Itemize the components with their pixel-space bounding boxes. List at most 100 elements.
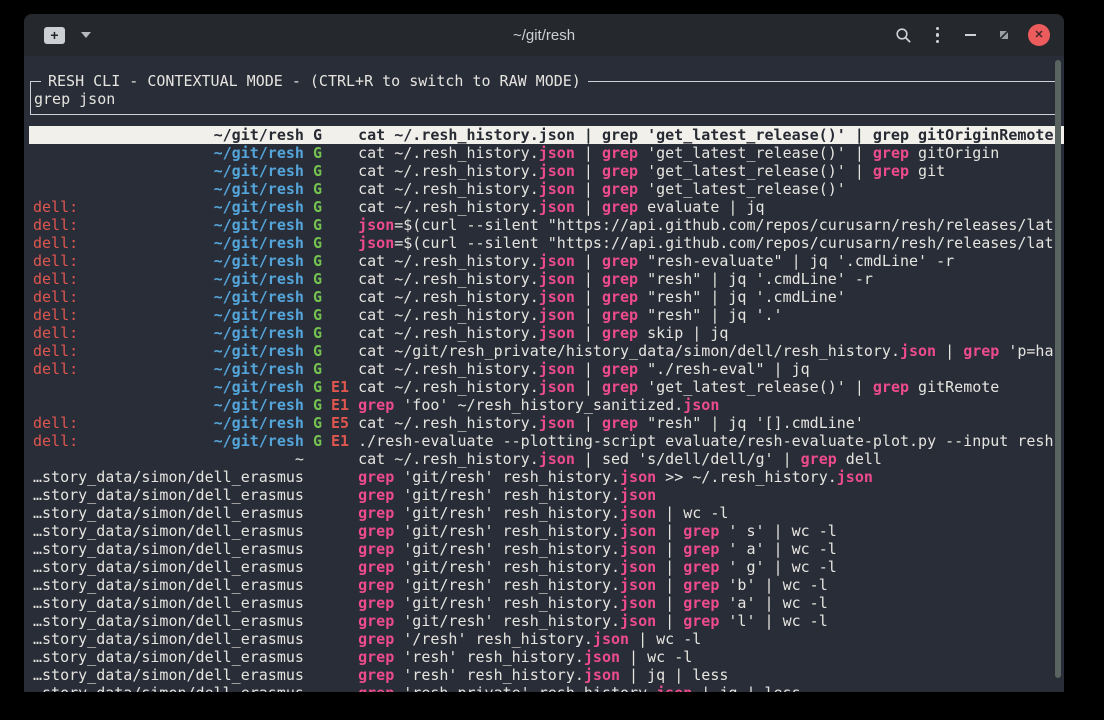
row-segment: …story_data/simon/dell_erasmus — [33, 666, 358, 684]
row-segment: dell: — [33, 432, 78, 450]
history-row[interactable]: dell: ~/git/resh G cat ~/git/resh_privat… — [33, 342, 1057, 360]
row-segment: G — [304, 360, 322, 378]
row-segment: G — [304, 306, 322, 324]
row-segment: json — [620, 576, 656, 594]
history-row[interactable]: dell: ~/git/resh G cat ~/.resh_history.j… — [33, 306, 1057, 324]
row-segment — [78, 324, 213, 342]
minimize-button[interactable] — [965, 34, 976, 36]
row-segment: | wc -l — [620, 648, 692, 666]
history-row[interactable]: …story_data/simon/dell_erasmus grep 'git… — [33, 612, 1057, 630]
row-segment: ~/git/resh — [214, 216, 304, 234]
history-row[interactable]: …story_data/simon/dell_erasmus grep 'git… — [33, 468, 1057, 486]
close-button[interactable]: ✕ — [1028, 24, 1050, 46]
row-segment: ~/git/resh — [214, 180, 304, 198]
row-segment: G — [304, 396, 322, 414]
row-segment: …story_data/simon/dell_erasmus — [33, 468, 358, 486]
close-icon: ✕ — [1034, 24, 1043, 46]
row-segment: =$(curl --silent "https://api.github.com… — [394, 216, 1053, 234]
row-segment: json — [593, 630, 629, 648]
row-segment: json — [358, 216, 394, 234]
history-row[interactable]: ~/git/resh G cat ~/.resh_history.json | … — [33, 180, 1057, 198]
row-segment: grep — [358, 558, 394, 576]
row-segment: "resh" | jq '.cmdLine' — [638, 288, 846, 306]
row-segment: grep — [602, 198, 638, 216]
row-segment: json — [539, 306, 575, 324]
history-row[interactable]: dell: ~/git/resh G json=$(curl --silent … — [33, 216, 1057, 234]
history-row[interactable]: dell: ~/git/resh G E1 ./resh-evaluate --… — [33, 432, 1057, 450]
row-segment: cat ~/.resh_history. — [322, 252, 539, 270]
row-segment: 'l' | wc -l — [719, 612, 827, 630]
row-segment — [322, 216, 358, 234]
row-segment: E1 — [322, 378, 349, 396]
history-row[interactable]: ~/git/resh G cat ~/.resh_history.json | … — [33, 144, 1057, 162]
history-row[interactable]: dell: ~/git/resh G cat ~/.resh_history.j… — [33, 252, 1057, 270]
history-row[interactable]: …story_data/simon/dell_erasmus grep 'git… — [33, 486, 1057, 504]
row-segment: "resh-evaluate" | jq '.cmdLine' -r — [638, 252, 954, 270]
history-row[interactable]: ~/git/resh G E1 grep 'foo' ~/resh_histor… — [33, 396, 1057, 414]
history-row[interactable]: dell: ~/git/resh G json=$(curl --silent … — [33, 234, 1057, 252]
row-segment: | — [656, 594, 683, 612]
row-segment: ~/git/resh — [214, 378, 304, 396]
restore-button[interactable] — [998, 29, 1010, 41]
row-segment: dell: — [33, 324, 78, 342]
row-segment: cat ~/.resh_history. — [322, 324, 539, 342]
history-row[interactable]: dell: ~/git/resh G cat ~/.resh_history.j… — [33, 324, 1057, 342]
resh-header-box: RESH CLI - CONTEXTUAL MODE - (CTRL+R to … — [30, 81, 1056, 115]
row-segment: >> ~/.resh_history. — [656, 468, 837, 486]
row-segment: grep — [602, 324, 638, 342]
history-row[interactable]: …story_data/simon/dell_erasmus grep 'git… — [33, 540, 1057, 558]
row-segment: json — [620, 522, 656, 540]
history-row[interactable]: …story_data/simon/dell_erasmus grep 'git… — [33, 576, 1057, 594]
row-segment: ~/git/resh — [214, 306, 304, 324]
history-row[interactable]: dell: ~/git/resh G cat ~/.resh_history.j… — [33, 270, 1057, 288]
menu-button[interactable] — [936, 27, 940, 44]
history-row[interactable]: …story_data/simon/dell_erasmus grep 'git… — [33, 558, 1057, 576]
row-segment: …story_data/simon/dell_erasmus — [33, 576, 358, 594]
row-segment: json — [620, 594, 656, 612]
row-segment: json — [620, 540, 656, 558]
history-row[interactable]: dell: ~/git/resh G E5 cat ~/.resh_histor… — [33, 414, 1057, 432]
row-segment: grep — [683, 576, 719, 594]
row-segment: …story_data/simon/dell_erasmus — [33, 684, 358, 692]
row-segment: "resh" | jq '.' — [638, 306, 783, 324]
search-query-input[interactable]: grep json — [34, 90, 115, 108]
history-row[interactable]: dell: ~/git/resh G cat ~/.resh_history.j… — [33, 288, 1057, 306]
history-row[interactable]: dell: ~/git/resh G cat ~/.resh_history.j… — [33, 198, 1057, 216]
history-row[interactable]: ~ cat ~/.resh_history.json | sed 's/dell… — [33, 450, 1057, 468]
row-segment: 'foo' ~/resh_history_sanitized. — [394, 396, 683, 414]
row-segment — [78, 360, 213, 378]
history-row[interactable]: …story_data/simon/dell_erasmus grep 'res… — [33, 648, 1057, 666]
search-button[interactable] — [895, 27, 912, 44]
row-segment: json — [539, 198, 575, 216]
row-segment — [78, 252, 213, 270]
row-segment: | — [575, 270, 602, 288]
history-row[interactable]: …story_data/simon/dell_erasmus grep 'res… — [33, 666, 1057, 684]
row-segment — [78, 306, 213, 324]
row-segment: dell: — [33, 342, 78, 360]
history-row[interactable]: ~/git/resh G cat ~/.resh_history.json | … — [33, 162, 1057, 180]
row-segment: dell: — [33, 270, 78, 288]
history-row[interactable]: …story_data/simon/dell_erasmus grep '/re… — [33, 630, 1057, 648]
history-row[interactable]: …story_data/simon/dell_erasmus grep 'git… — [33, 522, 1057, 540]
history-row[interactable]: …story_data/simon/dell_erasmus grep 'res… — [33, 684, 1057, 692]
row-segment: …story_data/simon/dell_erasmus — [33, 486, 358, 504]
row-segment: grep — [602, 378, 638, 396]
search-icon — [895, 27, 912, 44]
row-segment: cat ~/.resh_history. — [322, 144, 539, 162]
row-segment: grep — [358, 468, 394, 486]
row-segment: | — [575, 144, 602, 162]
scrollbar[interactable] — [1055, 60, 1061, 678]
history-row[interactable]: …story_data/simon/dell_erasmus grep 'git… — [33, 504, 1057, 522]
row-segment: cat ~/.resh_history. — [349, 414, 539, 432]
row-segment: ~/git/resh — [214, 252, 304, 270]
row-segment: grep — [873, 378, 909, 396]
history-row[interactable]: ~/git/resh G E1 cat ~/.resh_history.json… — [33, 378, 1057, 396]
row-segment: json — [584, 648, 620, 666]
row-segment: cat ~/.resh_history. — [322, 198, 539, 216]
history-row[interactable]: ~/git/resh G cat ~/.resh_history.json | … — [29, 126, 1064, 144]
history-row[interactable]: …story_data/simon/dell_erasmus grep 'git… — [33, 594, 1057, 612]
row-segment: | — [575, 324, 602, 342]
row-segment: …story_data/simon/dell_erasmus — [33, 648, 358, 666]
history-row[interactable]: dell: ~/git/resh G cat ~/.resh_history.j… — [33, 360, 1057, 378]
row-segment: ~/git/resh — [214, 270, 304, 288]
